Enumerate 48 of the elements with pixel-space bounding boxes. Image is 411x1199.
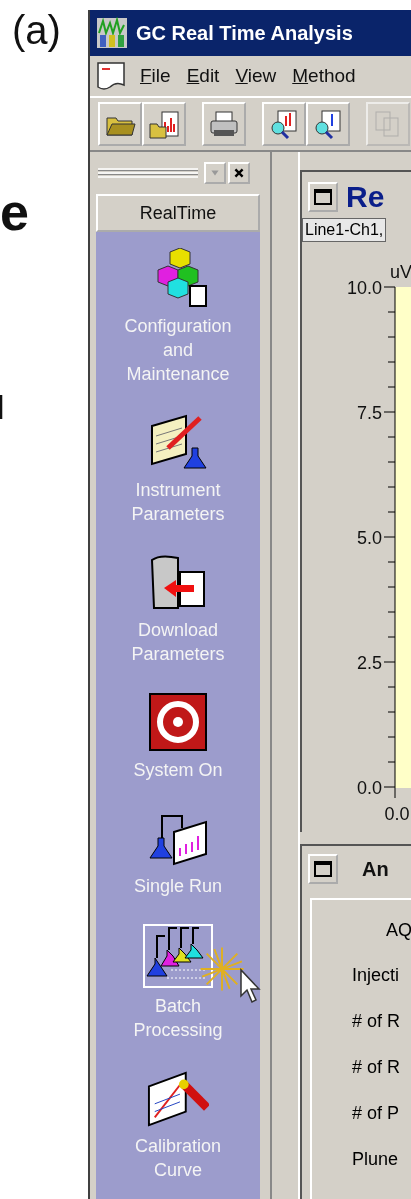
sidebar-item-label[interactable]: System On: [116, 758, 240, 782]
toolbar-button[interactable]: [142, 102, 186, 146]
sidebar-item-label[interactable]: Batch Processing: [116, 994, 240, 1042]
sidebar-item-label[interactable]: Download Parameters: [116, 618, 240, 666]
realtime-tab[interactable]: RealTime: [96, 194, 260, 232]
document-icon: [96, 61, 126, 91]
field-label: # of R: [352, 1010, 402, 1033]
menu-item[interactable]: View: [235, 65, 277, 87]
toolbar-button[interactable]: [98, 102, 142, 146]
column-header: AQ: [386, 920, 411, 941]
magnifier-chart-icon[interactable]: [268, 108, 300, 140]
figure-label: (a): [12, 8, 61, 53]
field-label: # of R: [352, 1056, 402, 1079]
flasks-icon[interactable]: [143, 924, 213, 988]
sidebar-item-label[interactable]: Single Run: [116, 874, 240, 898]
y-tick-label: 5.0: [356, 528, 382, 548]
menu-item[interactable]: File: [140, 65, 171, 87]
channel-label: Line1-Ch1,: [302, 218, 387, 242]
close-icon[interactable]: [233, 167, 245, 179]
sidebar-item-label[interactable]: Calibration Curve: [116, 1134, 240, 1182]
x-tick-label: 0.0: [384, 804, 410, 824]
text-fragment: l: [0, 388, 5, 427]
app-icon: [96, 17, 128, 49]
window-title: GC Real Time Analysis: [136, 21, 353, 45]
folder-chart-icon[interactable]: [148, 108, 180, 140]
arrow-cursor-icon: [239, 968, 263, 1004]
panel-title: Re: [346, 180, 385, 214]
field-label: Injecti: [352, 964, 401, 987]
y-tick-label: 7.5: [356, 403, 382, 423]
toolbar-button[interactable]: [306, 102, 350, 146]
panel-title: An: [362, 857, 389, 881]
y-tick-label: 2.5: [356, 653, 382, 673]
magnifier-document-icon[interactable]: [312, 108, 344, 140]
field-label: Plune: [352, 1148, 400, 1171]
field-label: # of P: [352, 1102, 401, 1125]
close-button[interactable]: [228, 162, 250, 184]
window-button[interactable]: [308, 854, 338, 884]
toolbar-button[interactable]: [202, 102, 246, 146]
sidebar-item-label[interactable]: Instrument Parameters: [116, 478, 240, 526]
toolbar-button[interactable]: [262, 102, 306, 146]
sidebar-item-label[interactable]: Configuration and Maintenance: [116, 314, 240, 386]
window-button[interactable]: [308, 182, 338, 212]
y-tick-label: 10.0: [346, 278, 382, 298]
y-tick-label: 0.0: [356, 778, 382, 798]
text-fragment: e: [0, 182, 29, 242]
menu-item[interactable]: Method: [292, 65, 356, 87]
menu-item[interactable]: Edit: [186, 65, 220, 87]
power-icon[interactable]: [147, 692, 209, 752]
